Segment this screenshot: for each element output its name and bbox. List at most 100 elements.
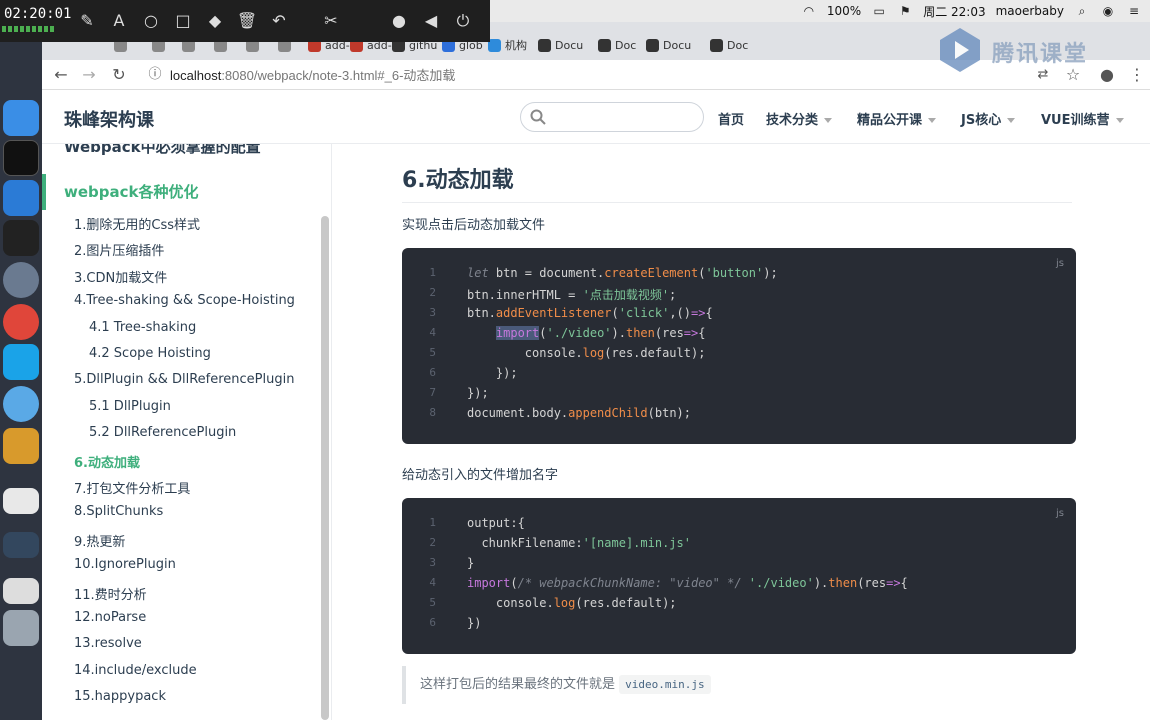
speaker-icon[interactable]: ◀ [420, 10, 442, 32]
window-thumbnail-icon[interactable] [3, 578, 39, 604]
browser-tab[interactable]: Doc [710, 34, 748, 56]
sidebar-item[interactable]: 12.noParse [74, 610, 146, 625]
tencent-video-icon[interactable] [3, 344, 39, 380]
reload-icon[interactable]: ↻ [108, 64, 130, 86]
undo-icon[interactable]: ↶ [268, 10, 290, 32]
vscode-icon[interactable] [3, 180, 39, 216]
info-icon[interactable]: ⓘ [144, 64, 166, 86]
search-input[interactable] [553, 107, 693, 127]
tab-label: Doc [727, 38, 749, 52]
spotlight-search-icon[interactable]: ⌕ [1074, 4, 1090, 18]
more-menu-icon[interactable]: ⋮ [1126, 64, 1148, 86]
launchpad-icon[interactable] [3, 262, 39, 298]
code-token: './video' [748, 576, 814, 590]
sidebar-item[interactable]: 2.图片压缩插件 [74, 240, 164, 259]
rectangle-tool-icon[interactable]: □ [172, 10, 194, 32]
menu-list-icon[interactable]: ≡ [1126, 4, 1142, 18]
circle-tool-icon[interactable]: ○ [140, 10, 162, 32]
code-text: console.log(res.default); [467, 596, 677, 610]
sidebar-item[interactable]: 9.热更新 [74, 531, 125, 550]
sidebar-scrollbar[interactable] [321, 216, 329, 720]
sidebar-item[interactable]: 14.include/exclude [74, 663, 197, 678]
sidebar-item[interactable]: 5.DllPlugin && DllReferencePlugin [74, 372, 294, 387]
finder-icon[interactable] [3, 100, 39, 136]
nav-link[interactable]: VUE训练营 [1041, 109, 1124, 128]
code-line: 4 import('./video').then(res=>{ [402, 326, 1076, 346]
sidebar-item[interactable]: 8.SplitChunks [74, 504, 163, 519]
menubar-datetime[interactable]: 周二 22:03 [923, 3, 985, 20]
browser-icon[interactable] [3, 386, 39, 422]
menubar-username[interactable]: maoerbaby [996, 4, 1064, 18]
sidebar-item[interactable]: 7.打包文件分析工具 [74, 478, 190, 497]
sidebar-item[interactable]: 4.1 Tree-shaking [89, 320, 196, 335]
trash-icon[interactable]: 🗑 [236, 10, 258, 32]
pen-icon[interactable]: ✎ [76, 10, 98, 32]
sidebar-item[interactable]: 4.Tree-shaking && Scope-Hoisting [74, 293, 295, 308]
terminal-icon[interactable] [3, 140, 39, 176]
trash-icon[interactable] [3, 610, 39, 646]
search-box[interactable] [520, 102, 704, 132]
site-title[interactable]: 珠峰架构课 [64, 106, 154, 132]
qq-icon[interactable] [3, 220, 39, 256]
flag-icon[interactable]: ⚑ [897, 4, 913, 18]
back-arrow-icon[interactable]: ← [50, 64, 72, 86]
tab-label: Docu [663, 38, 692, 52]
wifi-icon[interactable]: ◠ [801, 4, 817, 18]
url-field[interactable]: localhost:8080/webpack/note-3.html#_6-动态… [170, 65, 455, 84]
forward-arrow-icon[interactable]: → [78, 64, 100, 86]
sidebar-item[interactable]: 3.CDN加载文件 [74, 267, 167, 286]
nav-link[interactable]: 首页 [718, 109, 744, 128]
line-number: 5 [429, 596, 436, 609]
code-text: }); [467, 366, 518, 380]
browser-tab[interactable]: Doc [598, 34, 636, 56]
scissors-icon[interactable]: ✂ [320, 10, 342, 32]
line-number: 2 [429, 536, 436, 549]
sidebar-item[interactable]: 10.IgnorePlugin [74, 557, 176, 572]
code-token: (res.default); [604, 346, 706, 360]
browser-tab[interactable]: 机构 [488, 34, 527, 56]
sidebar-item[interactable]: 5.2 DllReferencePlugin [89, 425, 236, 440]
sidebar-item[interactable]: 13.resolve [74, 636, 142, 651]
text-tool-icon[interactable]: A [108, 10, 130, 32]
code-line: 8 document.body.appendChild(btn); [402, 406, 1076, 426]
battery-percent[interactable]: 100% [827, 4, 861, 18]
nav-link[interactable]: JS核心 [961, 109, 1016, 128]
browser-tab[interactable]: Docu [646, 34, 691, 56]
code-token: { [705, 306, 713, 320]
eraser-icon[interactable]: ◆ [204, 10, 226, 32]
code-token: ); [763, 266, 778, 280]
battery-icon[interactable]: ▭ [871, 4, 887, 18]
sidebar-item[interactable]: 4.2 Scope Hoisting [89, 346, 211, 361]
code-token: then [625, 326, 655, 340]
sidebar-item[interactable]: 15.happypack [74, 689, 166, 704]
window-thumbnail-icon[interactable] [3, 488, 39, 514]
recording-level-bar [2, 26, 56, 32]
code-text: }) [467, 616, 481, 630]
xcode-icon[interactable] [3, 428, 39, 464]
line-number: 1 [429, 266, 436, 279]
browser-tab[interactable]: Docu [538, 34, 583, 56]
code-token: ( [539, 326, 547, 340]
code-text: }); [467, 386, 489, 400]
sidebar-item[interactable]: 11.费时分析 [74, 584, 147, 603]
nav-link[interactable]: 精品公开课 [857, 109, 937, 128]
code-line: 5 console.log(res.default); [402, 346, 1076, 366]
nav-link-label: 首页 [718, 113, 745, 128]
sidebar-item[interactable]: 1.删除无用的Css样式 [74, 214, 200, 233]
sidebar-group-title[interactable]: webpack各种优化 [42, 174, 322, 210]
chrome-icon[interactable] [3, 304, 39, 340]
menubar-status-area: ◠ 100% ▭ ⚑ 周二 22:03 maoerbaby ⌕ ◉ ≡ [801, 0, 1150, 22]
power-icon[interactable]: ⏻ [452, 10, 474, 32]
nav-link-label: VUE训练营 [1041, 113, 1110, 128]
microphone-icon[interactable]: ● [388, 10, 410, 32]
window-thumbnail-icon[interactable] [3, 532, 39, 558]
sidebar-item[interactable]: 6.动态加载 [74, 452, 140, 471]
inline-code: video.min.js [619, 675, 711, 694]
nav-link[interactable]: 技术分类 [766, 109, 833, 128]
code-token: btn = document. [495, 266, 605, 280]
sidebar-item[interactable]: 5.1 DllPlugin [89, 399, 171, 414]
section-heading: 6.动态加载 [402, 162, 1072, 203]
line-number: 3 [429, 556, 436, 569]
siri-icon[interactable]: ◉ [1100, 4, 1116, 18]
